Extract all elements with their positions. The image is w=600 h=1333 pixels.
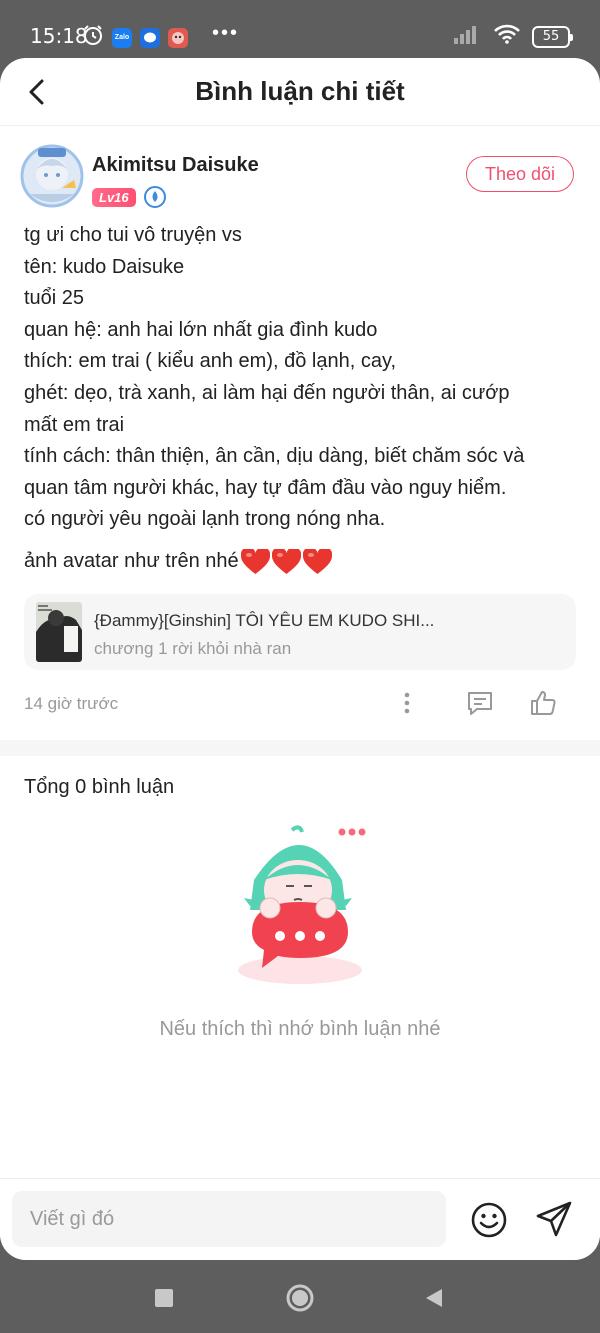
more-vertical-icon: [404, 692, 410, 713]
story-chapter: chương 1 rời khỏi nhà ran: [94, 638, 292, 658]
comment-icon: [468, 691, 492, 715]
battery-indicator: 55: [532, 25, 573, 48]
comment-line: ảnh avatar như trên nhé: [24, 549, 239, 572]
more-notifications-icon: •••: [212, 22, 240, 44]
heart-icon: [240, 548, 270, 574]
wifi-icon: [494, 24, 520, 49]
comment-input-bar: [0, 1178, 600, 1260]
header: Bình luận chi tiết: [0, 58, 600, 126]
like-button[interactable]: [528, 688, 558, 718]
alarm-icon: [82, 24, 104, 51]
page-title: Bình luận chi tiết: [195, 76, 405, 106]
status-time: 15:18: [30, 24, 88, 48]
comment-line: tuổi 25: [24, 287, 85, 310]
heart-icon: [302, 548, 332, 574]
comment-extra-line: ảnh avatar như trên nhé: [24, 546, 576, 578]
comment-detail-sheet: Bình luận chi tiết Akimitsu Daisuke Lv16: [0, 58, 600, 1260]
hearts: [240, 548, 332, 575]
system-nav-bar: [0, 1260, 600, 1333]
messenger-icon: [140, 27, 160, 48]
comment-actions: 14 giờ trước: [24, 670, 576, 736]
zalo-icon: Zalo: [112, 27, 132, 48]
send-icon: [536, 1201, 572, 1237]
thumbs-up-icon: [531, 690, 556, 715]
comment-line: mất em trai: [24, 413, 125, 436]
smiley-icon: [471, 1202, 507, 1238]
triangle-back-icon: [426, 1289, 442, 1307]
replies-total: Tổng 0 bình luận: [24, 775, 175, 798]
comment-line: có người yêu ngoài lạnh trong nóng nha.: [24, 508, 386, 531]
comment-line: ghét: dẹo, trà xanh, ai làm hại đến ngườ…: [24, 381, 510, 404]
story-title: {Đammy}[Ginshin] TÔI YÊU EM KUDO SHI...: [94, 610, 435, 630]
comment-line: tên: kudo Daisuke: [24, 255, 185, 278]
back-nav-button[interactable]: [424, 1287, 444, 1314]
emoji-button[interactable]: [470, 1201, 508, 1239]
story-cover: [36, 601, 82, 662]
comment-time: 14 giờ trước: [24, 693, 119, 713]
send-button[interactable]: [534, 1199, 574, 1239]
status-right-icons: 55: [454, 24, 573, 49]
empty-state-text: Nếu thích thì nhớ bình luận nhé: [159, 1018, 441, 1040]
empty-state-illustration: [230, 820, 370, 990]
comment-line: thích: em trai ( kiểu anh em), đồ lạnh, …: [24, 350, 397, 373]
heart-icon: [271, 548, 301, 574]
avatar[interactable]: [20, 144, 84, 208]
status-left-icons: Zalo •••: [82, 22, 240, 51]
comment-line: tg ưi cho tui vô truyện vs: [24, 224, 242, 246]
comment-line: quan tâm người khác, hay tự đâm đầu vào …: [24, 476, 507, 499]
author-row: Akimitsu Daisuke Lv16 Theo dõi: [20, 126, 576, 210]
comment-body: tg ưi cho tui vô truyện vs tên: kudo Dai…: [24, 220, 576, 578]
reply-button[interactable]: [465, 688, 495, 718]
more-options-button[interactable]: [392, 688, 422, 718]
circle-icon: [286, 1284, 314, 1312]
recents-button[interactable]: [154, 1288, 174, 1313]
square-icon: [155, 1289, 173, 1307]
comment-line: quan hệ: anh hai lớn nhất gia đình kudo: [24, 318, 378, 341]
author-name[interactable]: Akimitsu Daisuke: [92, 154, 259, 177]
section-divider: [0, 739, 600, 756]
signal-icon: [454, 24, 482, 49]
water-drop-badge-icon: [143, 186, 166, 208]
follow-button[interactable]: Theo dõi: [466, 156, 574, 192]
comment-line: tính cách: thân thiện, ân cần, dịu dàng,…: [24, 445, 525, 468]
game-app-icon: [168, 27, 188, 48]
linked-story-card[interactable]: {Đammy}[Ginshin] TÔI YÊU EM KUDO SHI... …: [24, 593, 576, 670]
comment-input[interactable]: [12, 1191, 446, 1247]
comment: Akimitsu Daisuke Lv16 Theo dõi tg ưi cho…: [0, 126, 600, 736]
level-badge: Lv16: [92, 187, 136, 207]
home-button[interactable]: [285, 1283, 315, 1318]
author-badges: Lv16: [92, 186, 166, 208]
